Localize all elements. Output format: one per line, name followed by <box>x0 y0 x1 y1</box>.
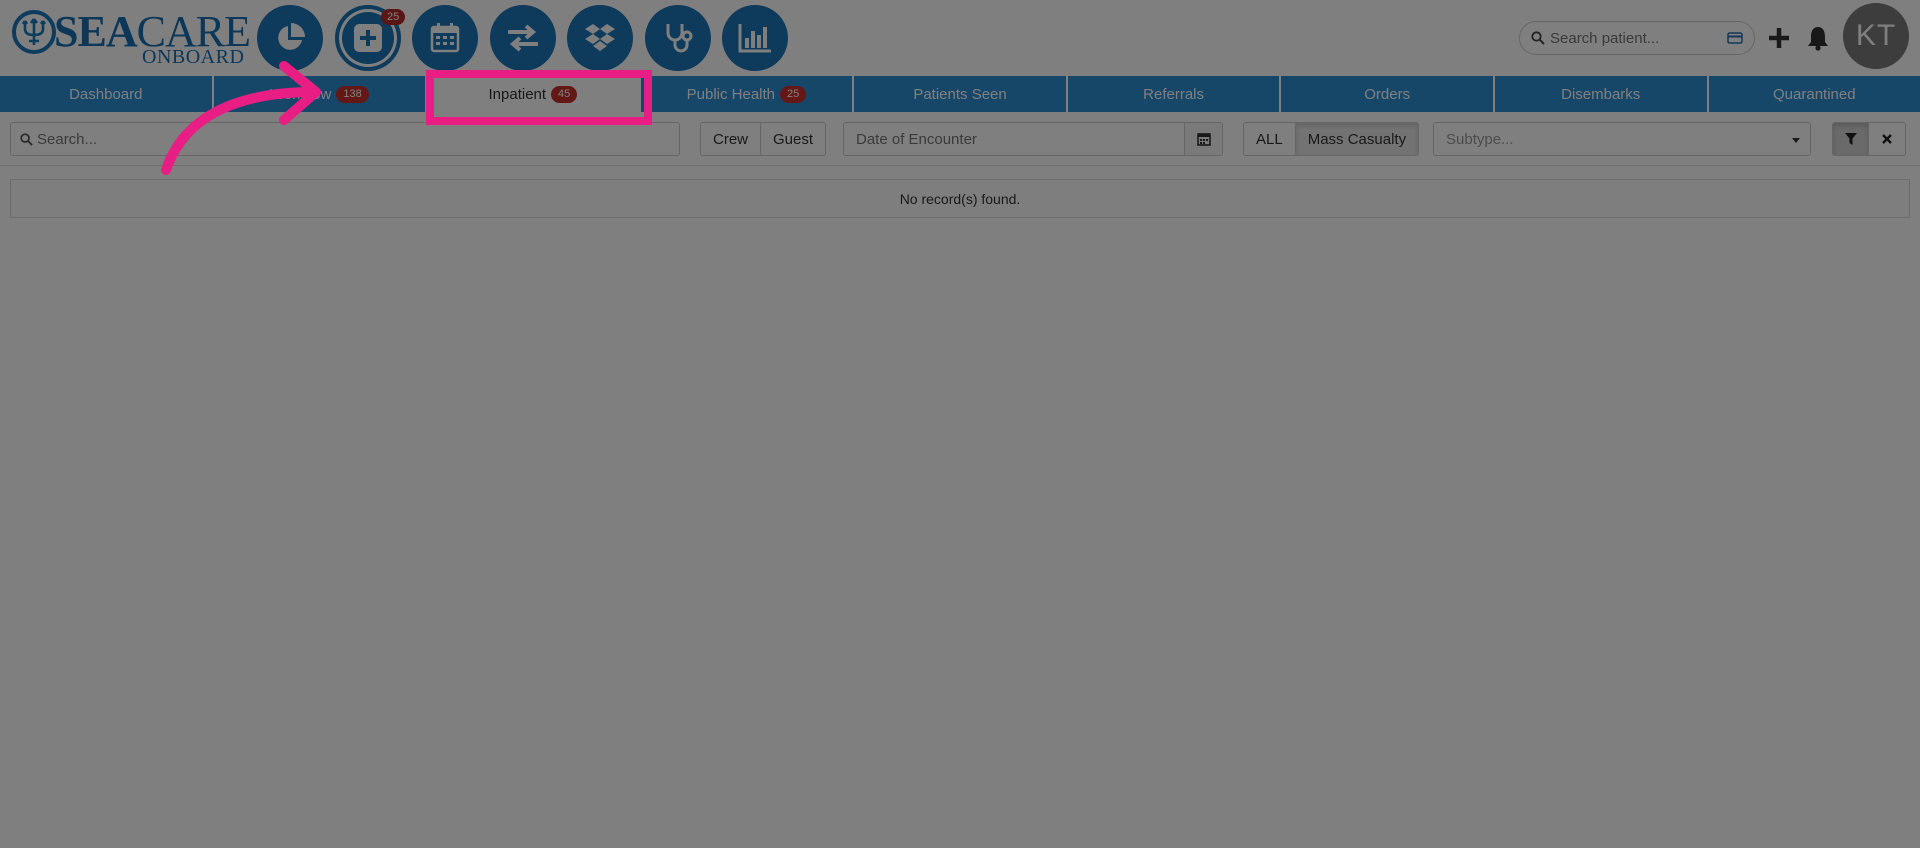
population-toggle: Crew Guest <box>700 122 827 156</box>
tab-patients-seen[interactable]: Patients Seen <box>854 76 1068 112</box>
empty-state-message: No record(s) found. <box>10 179 1910 218</box>
patient-search-input[interactable] <box>1550 24 1720 52</box>
logo-sea: SEA <box>54 7 138 56</box>
add-icon[interactable] <box>1768 27 1790 49</box>
user-avatar[interactable]: KT <box>1843 3 1909 69</box>
tab-count-badge: 138 <box>336 85 369 103</box>
search-icon <box>20 133 33 146</box>
filter-icon <box>1844 132 1857 145</box>
guest-button[interactable]: Guest <box>761 122 827 156</box>
stethoscope-icon <box>666 24 693 53</box>
tab-label: Quarantined <box>1773 85 1856 103</box>
tab-label: Disembarks <box>1561 85 1641 103</box>
id-card-icon[interactable] <box>1727 32 1743 44</box>
trident-icon <box>12 10 56 54</box>
bar-chart-icon <box>738 24 771 53</box>
tab-label: Workflow <box>269 85 332 103</box>
patient-search[interactable] <box>1519 21 1755 55</box>
calendar-icon <box>430 23 460 53</box>
date-picker-button[interactable] <box>1184 123 1222 155</box>
seacare-logo[interactable]: SEACARE ONBOARD <box>12 6 251 68</box>
tab-workflow[interactable]: Workflow 138 <box>214 76 428 112</box>
top-header: SEACARE ONBOARD 25 Search patient... KT <box>0 0 1920 76</box>
plus-square-icon <box>354 24 382 52</box>
encounter-date-picker[interactable] <box>843 122 1223 156</box>
dropbox-icon <box>585 24 615 51</box>
bell-icon[interactable] <box>1807 25 1829 51</box>
calendar-button[interactable] <box>412 5 478 71</box>
subtype-select[interactable]: Subtype... <box>1433 122 1811 156</box>
pie-chart-icon <box>278 23 305 50</box>
tab-referrals[interactable]: Referrals <box>1068 76 1282 112</box>
filter-actions <box>1832 122 1906 156</box>
tab-inpatient[interactable]: Inpatient 45 <box>427 76 641 112</box>
crew-button[interactable]: Crew <box>700 122 762 156</box>
tab-label: Referrals <box>1143 85 1205 103</box>
tab-dashboard[interactable]: Dashboard <box>0 76 214 112</box>
reports-button[interactable] <box>722 5 788 71</box>
subtype-placeholder: Subtype... <box>1446 131 1514 148</box>
encounter-date-input[interactable] <box>844 123 1184 155</box>
tab-disembarks[interactable]: Disembarks <box>1495 76 1709 112</box>
tab-orders[interactable]: Orders <box>1281 76 1495 112</box>
apply-filter-button[interactable] <box>1832 122 1869 156</box>
search-icon <box>1531 31 1545 45</box>
record-search[interactable] <box>10 122 680 156</box>
clear-filter-button[interactable] <box>1869 122 1906 156</box>
tab-public-health[interactable]: Public Health 25 <box>641 76 855 112</box>
clinical-button[interactable] <box>645 5 711 71</box>
encounter-count-badge: 25 <box>381 9 406 25</box>
logo-subtitle: ONBOARD <box>142 46 245 68</box>
mass-casualty-button[interactable]: Mass Casualty <box>1295 122 1420 156</box>
chevron-down-icon <box>1792 138 1800 143</box>
tab-count-badge: 25 <box>780 85 807 103</box>
transfer-button[interactable] <box>490 5 556 71</box>
calendar-icon <box>1196 133 1211 146</box>
new-encounter-button[interactable]: 25 <box>335 5 406 71</box>
close-icon <box>1882 134 1892 144</box>
tab-label: Patients Seen <box>913 85 1007 103</box>
dashboard-chart-button[interactable] <box>257 5 323 71</box>
record-search-input[interactable] <box>37 126 657 152</box>
all-button[interactable]: ALL <box>1243 122 1296 156</box>
tab-label: Orders <box>1364 85 1411 103</box>
tab-count-badge: 45 <box>551 85 578 103</box>
app-root: SEACARE ONBOARD 25 Search patient... KT … <box>0 0 1920 848</box>
tab-label: Dashboard <box>69 85 143 103</box>
scope-toggle: ALL Mass Casualty <box>1243 122 1420 156</box>
tab-label: Public Health <box>686 85 776 103</box>
main-tabs: Dashboard Workflow 138 Inpatient 45 Public… <box>0 76 1920 112</box>
inventory-button[interactable] <box>567 5 633 71</box>
swap-arrows-icon <box>508 24 538 52</box>
tab-label: Inpatient <box>488 85 547 103</box>
tab-quarantined[interactable]: Quarantined <box>1709 76 1920 112</box>
filter-bar: Crew Guest ALL Mass Casualty Subtype... <box>0 112 1920 166</box>
